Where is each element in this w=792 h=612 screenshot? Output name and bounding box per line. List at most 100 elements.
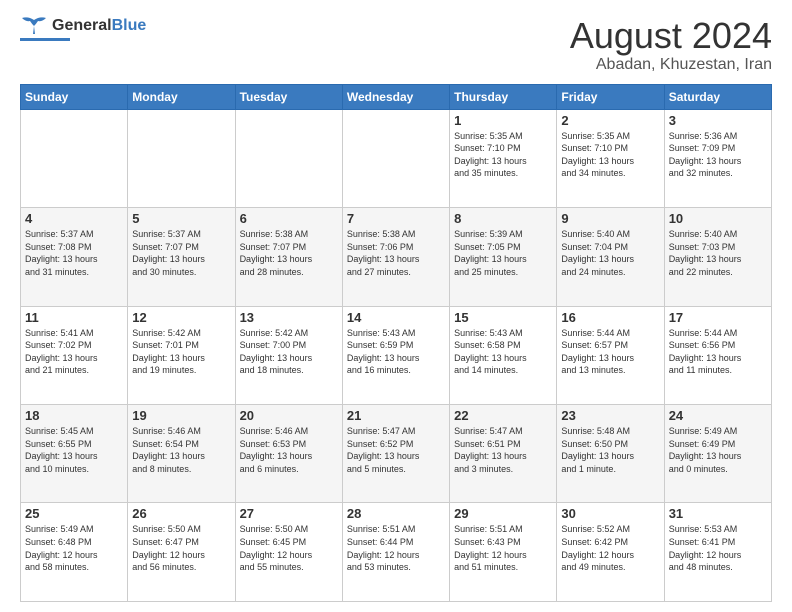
day-info: Sunrise: 5:44 AM Sunset: 6:56 PM Dayligh… (669, 327, 767, 377)
logo-general-text: General (52, 17, 112, 34)
day-number: 1 (454, 113, 552, 128)
weekday-header-row: SundayMondayTuesdayWednesdayThursdayFrid… (21, 84, 772, 109)
day-info: Sunrise: 5:38 AM Sunset: 7:07 PM Dayligh… (240, 228, 338, 278)
week-row-4: 18 Sunrise: 5:45 AM Sunset: 6:55 PM Dayli… (21, 405, 772, 503)
day-info: Sunrise: 5:47 AM Sunset: 6:52 PM Dayligh… (347, 425, 445, 475)
calendar-cell: 25 Sunrise: 5:49 AM Sunset: 6:48 PM Dayli… (21, 503, 128, 602)
page: GeneralBlue August 2024 Abadan, Khuzesta… (0, 0, 792, 612)
calendar-cell (342, 109, 449, 207)
header: GeneralBlue August 2024 Abadan, Khuzesta… (20, 16, 772, 74)
day-number: 30 (561, 506, 659, 521)
day-info: Sunrise: 5:52 AM Sunset: 6:42 PM Dayligh… (561, 523, 659, 573)
calendar-cell: 16Sunrise: 5:44 AM Sunset: 6:57 PM Dayli… (557, 306, 664, 404)
day-info: Sunrise: 5:49 AM Sunset: 6:48 PM Dayligh… (25, 523, 123, 573)
day-number: 21 (347, 408, 445, 423)
day-number: 7 (347, 211, 445, 226)
day-info: Sunrise: 5:35 AM Sunset: 7:10 PM Dayligh… (561, 130, 659, 180)
day-number: 13 (240, 310, 338, 325)
calendar-cell: 4Sunrise: 5:37 AM Sunset: 7:08 PM Daylig… (21, 208, 128, 306)
day-info: Sunrise: 5:36 AM Sunset: 7:09 PM Dayligh… (669, 130, 767, 180)
day-info: Sunrise: 5:46 AM Sunset: 6:53 PM Dayligh… (240, 425, 338, 475)
weekday-header-tuesday: Tuesday (235, 84, 342, 109)
day-number: 6 (240, 211, 338, 226)
day-number: 8 (454, 211, 552, 226)
calendar-cell: 6 Sunrise: 5:38 AM Sunset: 7:07 PM Daylig… (235, 208, 342, 306)
logo: GeneralBlue (20, 16, 146, 41)
day-number: 23 (561, 408, 659, 423)
day-number: 26 (132, 506, 230, 521)
day-number: 19 (132, 408, 230, 423)
calendar-cell: 2 Sunrise: 5:35 AM Sunset: 7:10 PM Daylig… (557, 109, 664, 207)
day-number: 28 (347, 506, 445, 521)
weekday-header-monday: Monday (128, 84, 235, 109)
calendar-cell (21, 109, 128, 207)
calendar-cell: 21 Sunrise: 5:47 AM Sunset: 6:52 PM Dayli… (342, 405, 449, 503)
day-info: Sunrise: 5:39 AM Sunset: 7:05 PM Dayligh… (454, 228, 552, 278)
day-info: Sunrise: 5:37 AM Sunset: 7:07 PM Dayligh… (132, 228, 230, 278)
day-info: Sunrise: 5:46 AM Sunset: 6:54 PM Dayligh… (132, 425, 230, 475)
week-row-2: 4Sunrise: 5:37 AM Sunset: 7:08 PM Daylig… (21, 208, 772, 306)
day-number: 16 (561, 310, 659, 325)
calendar-cell: 31Sunrise: 5:53 AM Sunset: 6:41 PM Dayli… (664, 503, 771, 602)
calendar-cell: 10 Sunrise: 5:40 AM Sunset: 7:03 PM Dayli… (664, 208, 771, 306)
day-number: 20 (240, 408, 338, 423)
calendar-cell: 29Sunrise: 5:51 AM Sunset: 6:43 PM Dayli… (450, 503, 557, 602)
calendar-cell: 24Sunrise: 5:49 AM Sunset: 6:49 PM Dayli… (664, 405, 771, 503)
day-info: Sunrise: 5:49 AM Sunset: 6:49 PM Dayligh… (669, 425, 767, 475)
calendar-cell: 22Sunrise: 5:47 AM Sunset: 6:51 PM Dayli… (450, 405, 557, 503)
calendar-cell: 15Sunrise: 5:43 AM Sunset: 6:58 PM Dayli… (450, 306, 557, 404)
calendar-cell: 3Sunrise: 5:36 AM Sunset: 7:09 PM Daylig… (664, 109, 771, 207)
day-info: Sunrise: 5:51 AM Sunset: 6:43 PM Dayligh… (454, 523, 552, 573)
day-info: Sunrise: 5:48 AM Sunset: 6:50 PM Dayligh… (561, 425, 659, 475)
day-number: 18 (25, 408, 123, 423)
day-number: 27 (240, 506, 338, 521)
weekday-header-friday: Friday (557, 84, 664, 109)
subtitle: Abadan, Khuzestan, Iran (570, 56, 772, 74)
calendar-cell: 28 Sunrise: 5:51 AM Sunset: 6:44 PM Dayli… (342, 503, 449, 602)
calendar-cell: 26 Sunrise: 5:50 AM Sunset: 6:47 PM Dayli… (128, 503, 235, 602)
main-title: August 2024 (570, 16, 772, 56)
week-row-5: 25 Sunrise: 5:49 AM Sunset: 6:48 PM Dayli… (21, 503, 772, 602)
day-info: Sunrise: 5:40 AM Sunset: 7:03 PM Dayligh… (669, 228, 767, 278)
weekday-header-wednesday: Wednesday (342, 84, 449, 109)
day-info: Sunrise: 5:50 AM Sunset: 6:47 PM Dayligh… (132, 523, 230, 573)
title-block: August 2024 Abadan, Khuzestan, Iran (570, 16, 772, 74)
calendar-cell: 1 Sunrise: 5:35 AM Sunset: 7:10 PM Daylig… (450, 109, 557, 207)
day-info: Sunrise: 5:51 AM Sunset: 6:44 PM Dayligh… (347, 523, 445, 573)
day-info: Sunrise: 5:42 AM Sunset: 7:01 PM Dayligh… (132, 327, 230, 377)
logo-bird-icon (20, 16, 48, 36)
calendar-cell: 19 Sunrise: 5:46 AM Sunset: 6:54 PM Dayli… (128, 405, 235, 503)
day-info: Sunrise: 5:50 AM Sunset: 6:45 PM Dayligh… (240, 523, 338, 573)
calendar-cell: 18 Sunrise: 5:45 AM Sunset: 6:55 PM Dayli… (21, 405, 128, 503)
day-info: Sunrise: 5:40 AM Sunset: 7:04 PM Dayligh… (561, 228, 659, 278)
day-info: Sunrise: 5:45 AM Sunset: 6:55 PM Dayligh… (25, 425, 123, 475)
weekday-header-saturday: Saturday (664, 84, 771, 109)
day-info: Sunrise: 5:41 AM Sunset: 7:02 PM Dayligh… (25, 327, 123, 377)
calendar-cell: 17Sunrise: 5:44 AM Sunset: 6:56 PM Dayli… (664, 306, 771, 404)
calendar-cell: 8 Sunrise: 5:39 AM Sunset: 7:05 PM Daylig… (450, 208, 557, 306)
logo-underline (20, 38, 70, 41)
day-number: 15 (454, 310, 552, 325)
day-number: 9 (561, 211, 659, 226)
week-row-3: 11 Sunrise: 5:41 AM Sunset: 7:02 PM Dayli… (21, 306, 772, 404)
day-number: 4 (25, 211, 123, 226)
day-number: 14 (347, 310, 445, 325)
day-info: Sunrise: 5:35 AM Sunset: 7:10 PM Dayligh… (454, 130, 552, 180)
calendar-cell: 14 Sunrise: 5:43 AM Sunset: 6:59 PM Dayli… (342, 306, 449, 404)
calendar-cell: 5 Sunrise: 5:37 AM Sunset: 7:07 PM Daylig… (128, 208, 235, 306)
calendar-cell: 13Sunrise: 5:42 AM Sunset: 7:00 PM Dayli… (235, 306, 342, 404)
calendar-cell: 30 Sunrise: 5:52 AM Sunset: 6:42 PM Dayli… (557, 503, 664, 602)
day-number: 22 (454, 408, 552, 423)
calendar-cell: 27 Sunrise: 5:50 AM Sunset: 6:45 PM Dayli… (235, 503, 342, 602)
day-number: 25 (25, 506, 123, 521)
logo-blue-text: Blue (112, 17, 147, 34)
week-row-1: 1 Sunrise: 5:35 AM Sunset: 7:10 PM Daylig… (21, 109, 772, 207)
day-number: 11 (25, 310, 123, 325)
day-number: 10 (669, 211, 767, 226)
calendar-cell (128, 109, 235, 207)
day-info: Sunrise: 5:43 AM Sunset: 6:59 PM Dayligh… (347, 327, 445, 377)
day-info: Sunrise: 5:38 AM Sunset: 7:06 PM Dayligh… (347, 228, 445, 278)
day-number: 5 (132, 211, 230, 226)
day-number: 31 (669, 506, 767, 521)
day-number: 2 (561, 113, 659, 128)
